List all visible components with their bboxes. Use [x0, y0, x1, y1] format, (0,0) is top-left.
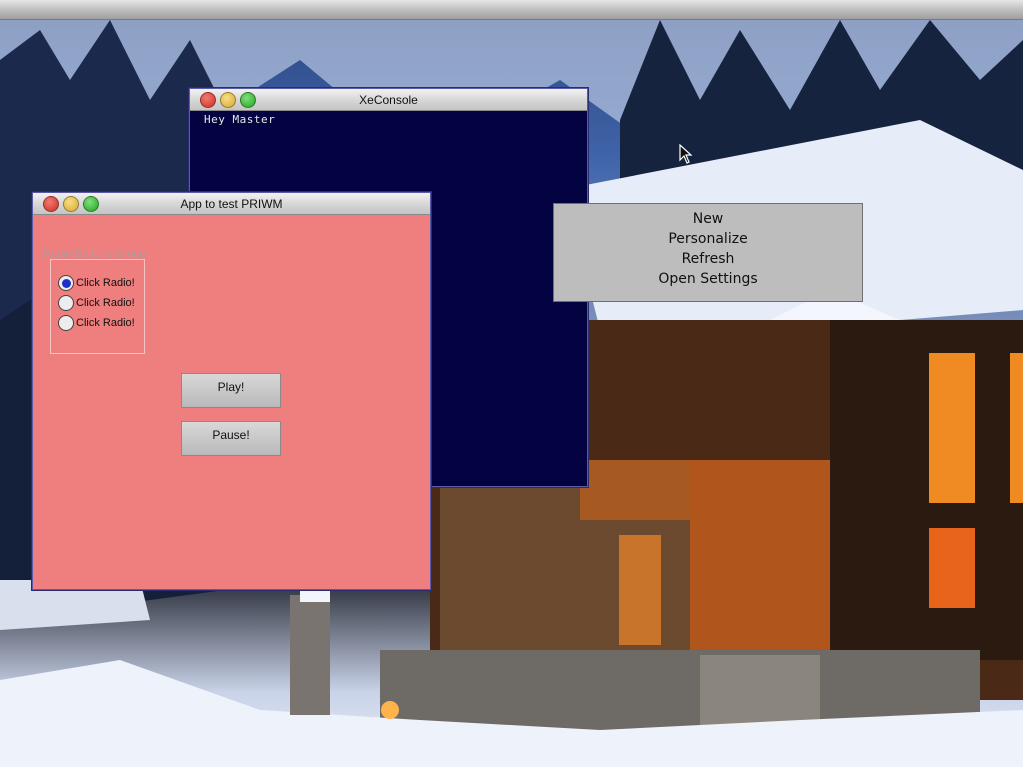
- menu-item-personalize[interactable]: Personalize: [554, 229, 862, 249]
- top-menu-bar: [0, 0, 1023, 20]
- console-titlebar[interactable]: XeConsole: [190, 89, 587, 111]
- radio-label: Click Radio!: [76, 297, 135, 309]
- desktop-context-menu: New Personalize Refresh Open Settings: [553, 203, 863, 302]
- close-icon[interactable]: [200, 92, 216, 108]
- app-body: Radio Buttons Group Click Radio! Click R…: [33, 216, 430, 589]
- radio-group-label: Radio Buttons Group: [43, 248, 146, 260]
- close-icon[interactable]: [43, 196, 59, 212]
- maximize-icon[interactable]: [83, 196, 99, 212]
- console-title: XeConsole: [359, 92, 418, 107]
- menu-item-new[interactable]: New: [554, 209, 862, 229]
- console-window-controls: [200, 92, 256, 108]
- minimize-icon[interactable]: [220, 92, 236, 108]
- radio-label: Click Radio!: [76, 277, 135, 289]
- radio-option-2[interactable]: Click Radio!: [58, 294, 135, 312]
- app-title: App to test PRIWM: [180, 196, 283, 211]
- console-output-text: Hey Master: [204, 113, 276, 126]
- radio-button[interactable]: [58, 315, 74, 331]
- menu-item-refresh[interactable]: Refresh: [554, 249, 862, 269]
- minimize-icon[interactable]: [63, 196, 79, 212]
- pause-button[interactable]: Pause!: [181, 421, 281, 456]
- radio-option-1[interactable]: Click Radio!: [58, 274, 135, 292]
- radio-label: Click Radio!: [76, 317, 135, 329]
- radio-button[interactable]: [58, 295, 74, 311]
- mouse-cursor-icon: [679, 144, 693, 164]
- app-titlebar[interactable]: App to test PRIWM: [33, 193, 430, 215]
- play-button[interactable]: Play!: [181, 373, 281, 408]
- app-window-controls: [43, 196, 99, 212]
- app-window[interactable]: App to test PRIWM Radio Buttons Group Cl…: [32, 192, 431, 590]
- menu-item-open-settings[interactable]: Open Settings: [554, 269, 862, 289]
- radio-dot-icon: [61, 278, 71, 288]
- radio-option-3[interactable]: Click Radio!: [58, 314, 135, 332]
- maximize-icon[interactable]: [240, 92, 256, 108]
- radio-button-selected[interactable]: [58, 275, 74, 291]
